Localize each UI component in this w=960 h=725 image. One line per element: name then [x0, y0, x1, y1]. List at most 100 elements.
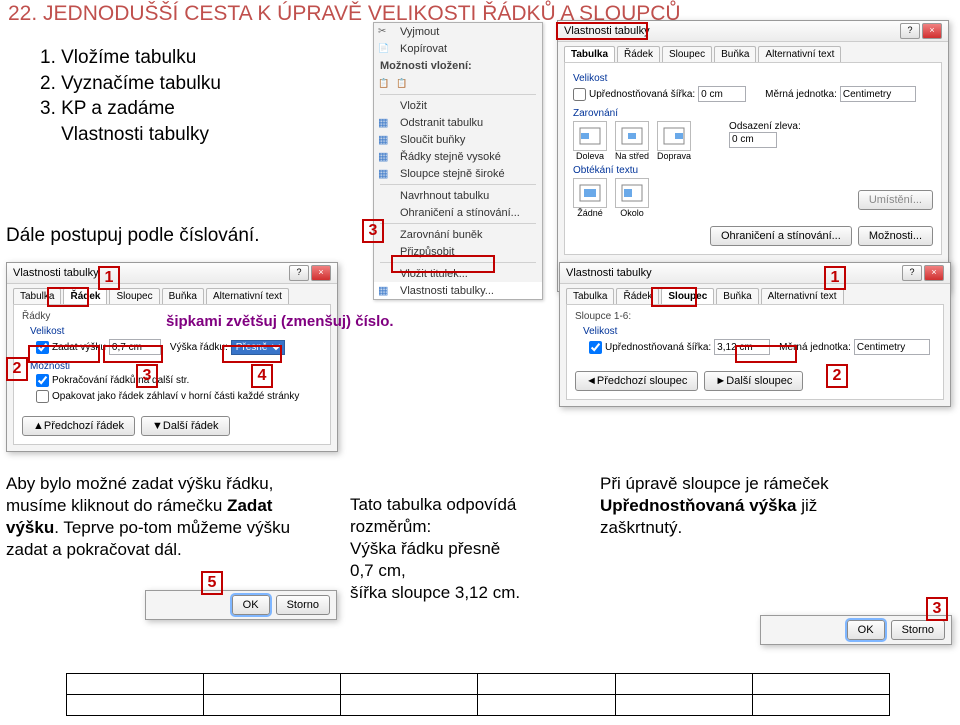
- num-4-rowdlg: 4: [251, 364, 273, 388]
- btn-prev-col[interactable]: ◄ Předchozí sloupec: [575, 371, 698, 391]
- field-pref-width[interactable]: [698, 86, 746, 102]
- copy-icon: [378, 42, 396, 56]
- ctx-insert[interactable]: Vložit: [374, 97, 542, 114]
- step-2: 2. Vyznačíme tabulku: [40, 71, 221, 97]
- num-2-coldlg: 2: [826, 364, 848, 388]
- frame-ctx-target: [556, 22, 648, 40]
- field-unit[interactable]: [840, 86, 916, 102]
- frame-col-width: [735, 345, 797, 363]
- align-center[interactable]: [615, 121, 649, 151]
- chk-cont-next[interactable]: [36, 374, 49, 387]
- follow-instruction: Dále postupuj podle číslování.: [6, 225, 260, 247]
- border-icon: [378, 206, 396, 220]
- align-left-label: Doleva: [573, 151, 607, 161]
- tab-radek[interactable]: Řádek: [617, 46, 660, 62]
- tab-sloupec[interactable]: Sloupec: [109, 288, 159, 304]
- blank-icon: [378, 99, 396, 113]
- ctx-delete-table[interactable]: Odstranit tabulku: [374, 114, 542, 131]
- rows-icon: [378, 150, 396, 164]
- tab-tabulka[interactable]: Tabulka: [564, 46, 615, 62]
- paste-icon: [378, 77, 396, 91]
- merge-icon: [378, 133, 396, 147]
- wrap-around-label: Okolo: [615, 208, 649, 218]
- align-right[interactable]: [657, 121, 691, 151]
- wrap-none[interactable]: [573, 178, 607, 208]
- btn-borders[interactable]: Ohraničení a stínování...: [710, 226, 852, 246]
- btn-next-row[interactable]: ▼ Další řádek: [141, 416, 230, 436]
- tab-alttext[interactable]: Alternativní text: [206, 288, 289, 304]
- num-2-rowdlg: 2: [6, 357, 28, 381]
- frame-height-val: [103, 345, 163, 363]
- grp-wrap: Obtékání textu: [573, 165, 933, 176]
- dialog-col-properties: Vlastnosti tabulky ?× Tabulka Řádek Slou…: [559, 262, 951, 407]
- lbl-pref-width: Upřednostňovaná šířka:: [589, 89, 695, 100]
- help-button[interactable]: ?: [289, 265, 309, 281]
- chk-pref-width-col[interactable]: [589, 341, 602, 354]
- tab-bunka[interactable]: Buňka: [162, 288, 204, 304]
- hint-arrows: šipkami zvětšuj (zmenšuj) číslo.: [166, 313, 394, 330]
- tab-bunka[interactable]: Buňka: [714, 46, 756, 62]
- align-right-label: Doprava: [657, 151, 691, 161]
- ctx-paste-opt[interactable]: [374, 75, 542, 92]
- tab-bunka[interactable]: Buňka: [716, 288, 758, 304]
- close-button[interactable]: ×: [311, 265, 331, 281]
- table-icon: [378, 116, 396, 130]
- ctx-table-props[interactable]: Vlastnosti tabulky...: [374, 282, 542, 299]
- btn-prev-row[interactable]: ▲ Předchozí řádek: [22, 416, 135, 436]
- help-button[interactable]: ?: [900, 23, 920, 39]
- wrap-around[interactable]: [615, 178, 649, 208]
- ctx-copy[interactable]: Kopírovat: [374, 40, 542, 57]
- ctx-merge-cells[interactable]: Sloučit buňky: [374, 131, 542, 148]
- close-button[interactable]: ×: [922, 23, 942, 39]
- ctx-rows-equal[interactable]: Řádky stejně vysoké: [374, 148, 542, 165]
- dlg-title-col: Vlastnosti tabulky: [566, 267, 652, 279]
- scissors-icon: [378, 25, 396, 39]
- ctx-cols-equal[interactable]: Sloupce stejně široké: [374, 165, 542, 182]
- para-row-height: Aby bylo možné zadat výšku řádku, musíme…: [6, 473, 296, 561]
- paste-icon: [396, 77, 414, 91]
- tab-sloupec[interactable]: Sloupec: [662, 46, 712, 62]
- steps-list: 1. Vložíme tabulku 2. Vyznačíme tabulku …: [40, 45, 221, 148]
- lbl-row-height: Výška řádku:: [170, 342, 228, 353]
- chk-pref-width[interactable]: [573, 88, 586, 101]
- lbl-unit: Měrná jednotka:: [765, 89, 837, 100]
- field-indent[interactable]: [729, 132, 777, 148]
- step-1: 1. Vložíme tabulku: [40, 45, 221, 71]
- num-1-coldlg: 1: [824, 266, 846, 290]
- ctx-draw-table[interactable]: Navrhnout tabulku: [374, 187, 542, 204]
- field-unit-col[interactable]: [854, 339, 930, 355]
- btn-options[interactable]: Možnosti...: [858, 226, 933, 246]
- frame-set-height: [28, 345, 100, 363]
- chk-repeat-header[interactable]: [36, 390, 49, 403]
- num-1-rowdlg: 1: [98, 266, 120, 290]
- ctx-borders[interactable]: Ohraničení a stínování...: [374, 204, 542, 221]
- ctx-cut[interactable]: Vyjmout: [374, 23, 542, 40]
- btn-cancel-col[interactable]: Storno: [891, 620, 945, 640]
- tab-tabulka[interactable]: Tabulka: [566, 288, 614, 304]
- btn-ok-row[interactable]: OK: [232, 595, 270, 615]
- btn-next-col[interactable]: ► Další sloupec: [704, 371, 803, 391]
- tab-alttext[interactable]: Alternativní text: [761, 288, 844, 304]
- tab-alttext[interactable]: Alternativní text: [758, 46, 841, 62]
- align-left[interactable]: [573, 121, 607, 151]
- step-3a: 3. KP a zadáme: [40, 96, 221, 122]
- num-5: 5: [201, 571, 223, 595]
- btn-cancel-row[interactable]: Storno: [276, 595, 330, 615]
- btn-ok-col[interactable]: OK: [847, 620, 885, 640]
- lbl-cont-next: Pokračování řádků na další str.: [52, 375, 189, 386]
- align-center-label: Na střed: [615, 151, 649, 161]
- grp-velikost: Velikost: [573, 73, 933, 84]
- col-dlg-footer: OK Storno: [760, 615, 952, 645]
- ctx-paste-options-header: Možnosti vložení:: [374, 57, 542, 75]
- lbl-indent: Odsazení zleva:: [729, 121, 801, 132]
- sample-table: [66, 673, 890, 716]
- frame-tab-radek: [47, 287, 89, 307]
- num-3-top: 3: [362, 219, 384, 243]
- help-button[interactable]: ?: [902, 265, 922, 281]
- ctx-align-cells[interactable]: Zarovnání buněk: [374, 226, 542, 243]
- grp-align: Zarovnání: [573, 108, 933, 119]
- frame-height-mode: [222, 345, 282, 363]
- close-button[interactable]: ×: [924, 265, 944, 281]
- lbl-pref-width-col: Upřednostňovaná šířka:: [605, 342, 711, 353]
- btn-location: Umístění...: [858, 190, 933, 210]
